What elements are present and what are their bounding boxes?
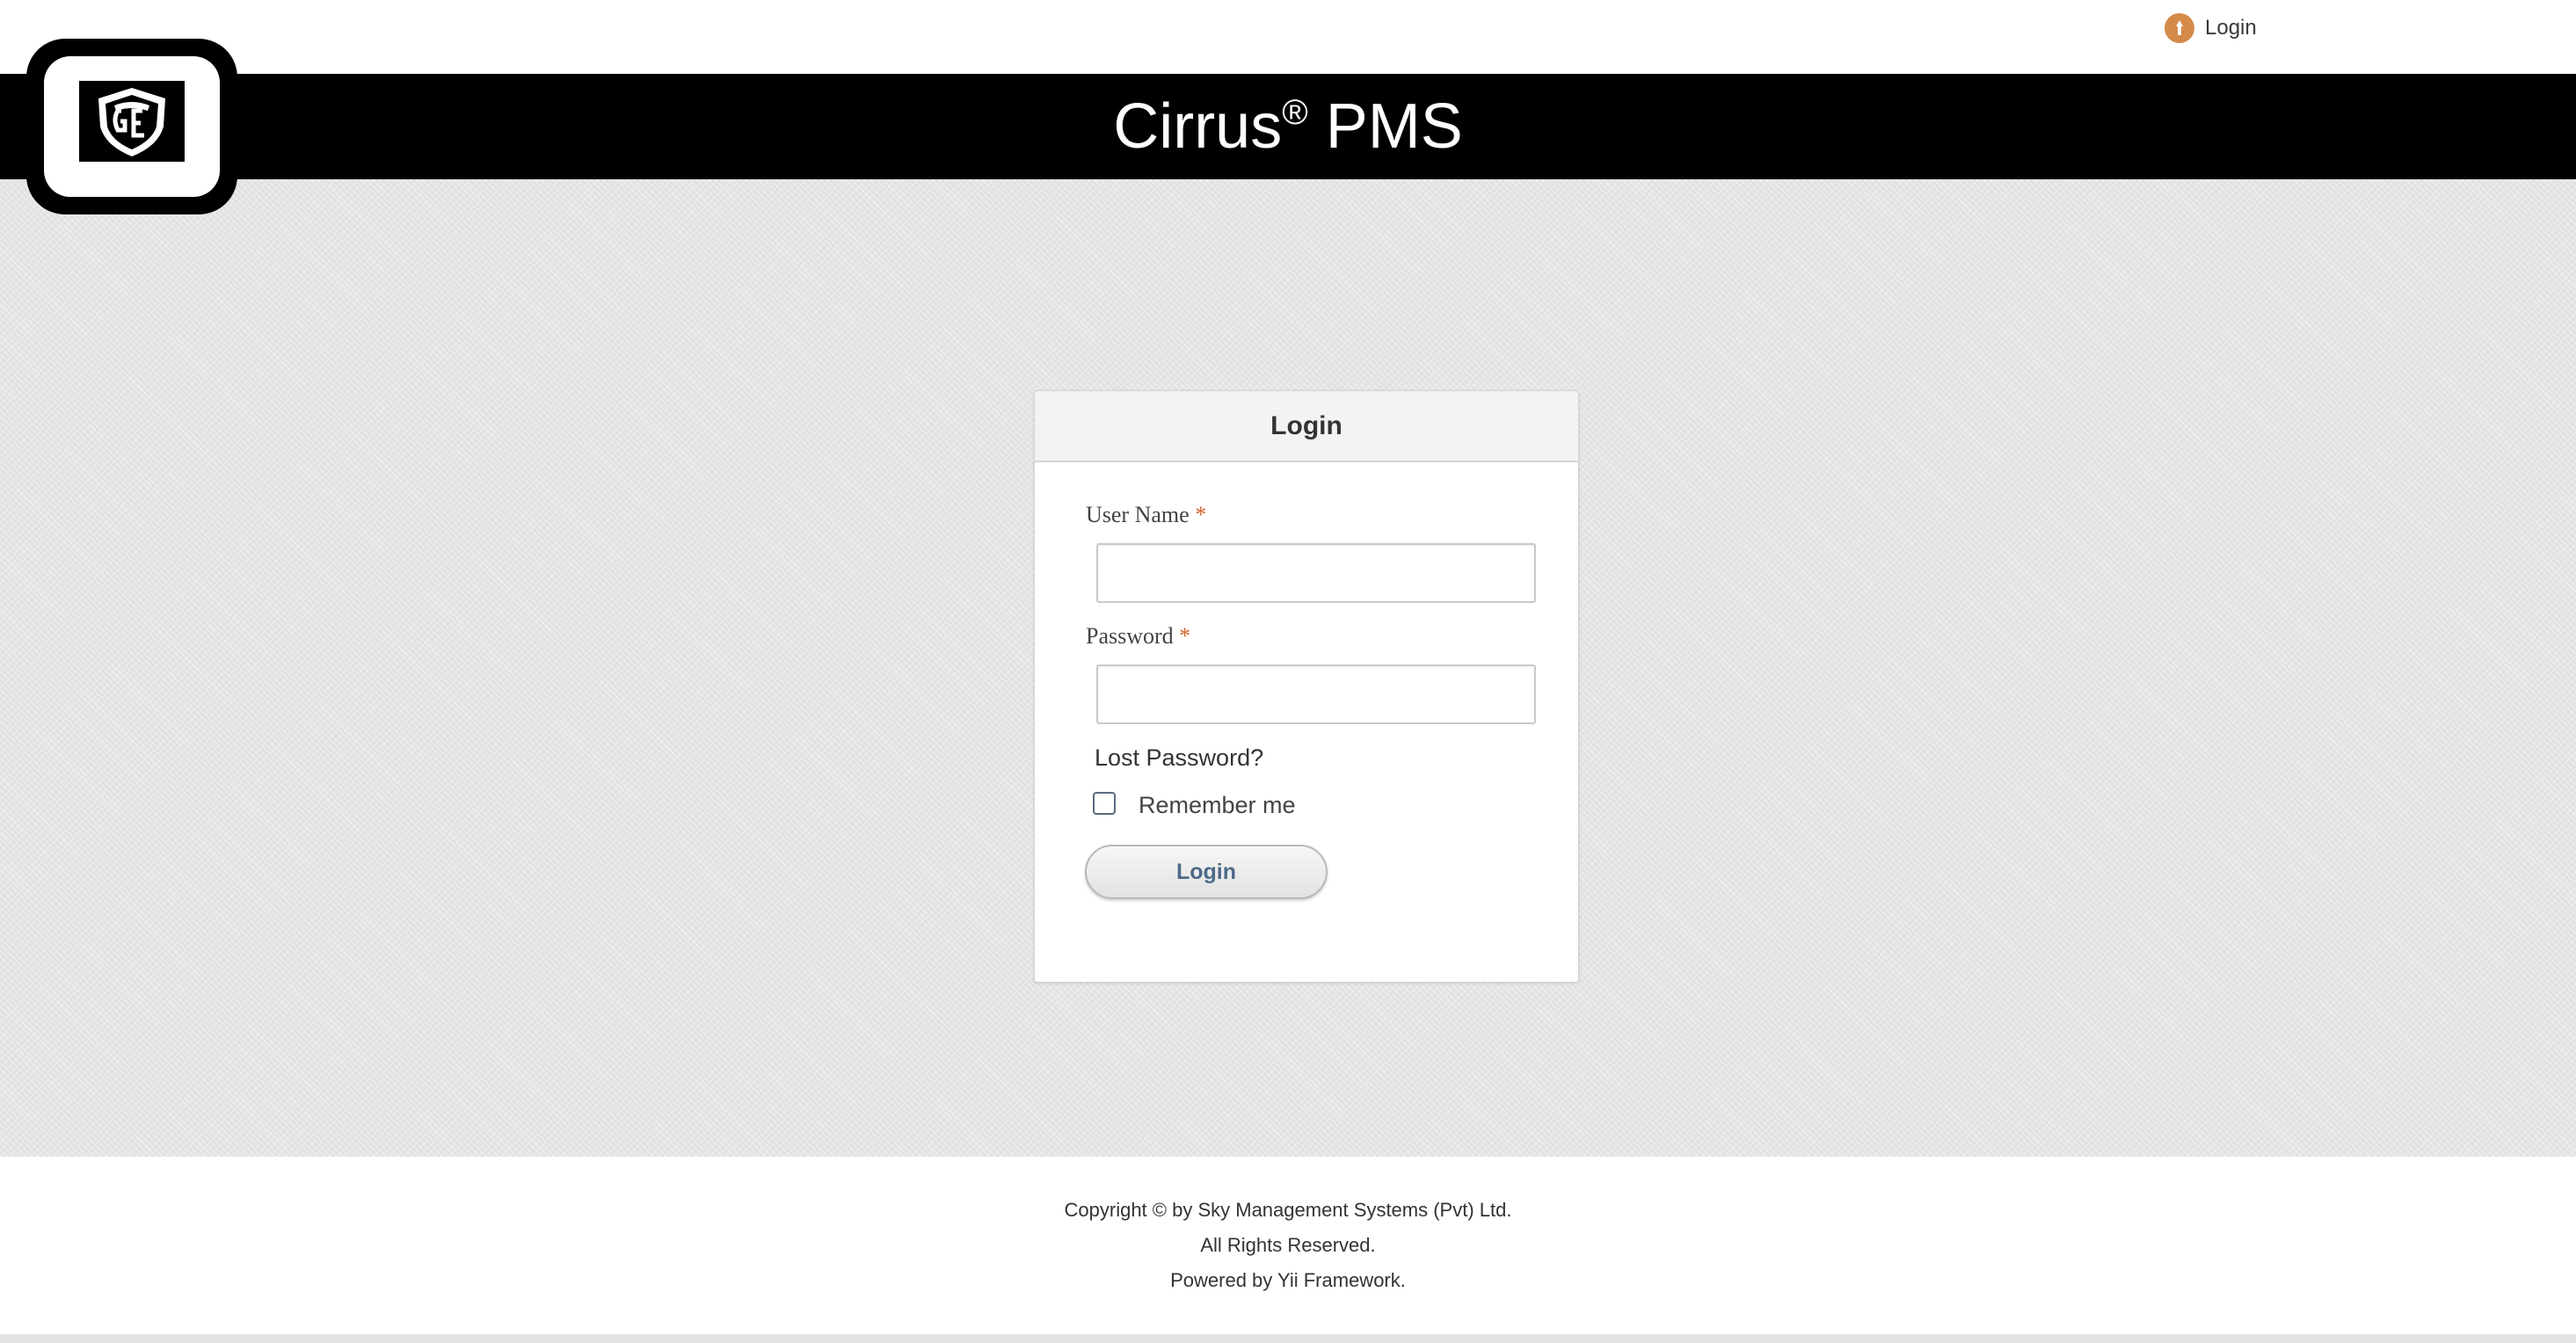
login-panel-header: Login [1035,391,1578,462]
password-input[interactable] [1096,664,1536,724]
remember-me-label[interactable]: Remember me [1139,792,1296,819]
shield-logo-icon [79,81,185,162]
login-heading: Login [1270,410,1343,440]
remember-me-checkbox[interactable] [1093,792,1116,815]
username-label: User Name * [1086,502,1207,527]
header-band: Cirrus® PMS [0,74,2576,179]
top-login-label: Login [2205,16,2257,40]
logo[interactable] [26,39,237,214]
rights-text: All Rights Reserved. [1200,1234,1376,1256]
login-panel: Login User Name * Password * Lost Passwo… [1034,390,1579,983]
key-badge-icon [2165,13,2194,43]
top-bar: Login [0,0,2576,74]
lost-password-link[interactable]: Lost Password? [1095,744,1263,772]
password-label: Password * [1086,623,1191,649]
login-button[interactable]: Login [1085,845,1328,899]
app-title: Cirrus® PMS [1113,91,1463,162]
username-input[interactable] [1096,543,1536,603]
copyright-text: Copyright © by Sky Management Systems (P… [1064,1199,1512,1221]
required-marker: * [1195,502,1207,527]
bottom-strip [0,1334,2576,1343]
top-login-link[interactable]: Login [2165,12,2257,44]
required-marker: * [1179,623,1191,649]
logo-frame [44,56,220,197]
powered-by-text: Powered by Yii Framework. [1170,1269,1406,1291]
footer: Copyright © by Sky Management Systems (P… [0,1157,2576,1336]
